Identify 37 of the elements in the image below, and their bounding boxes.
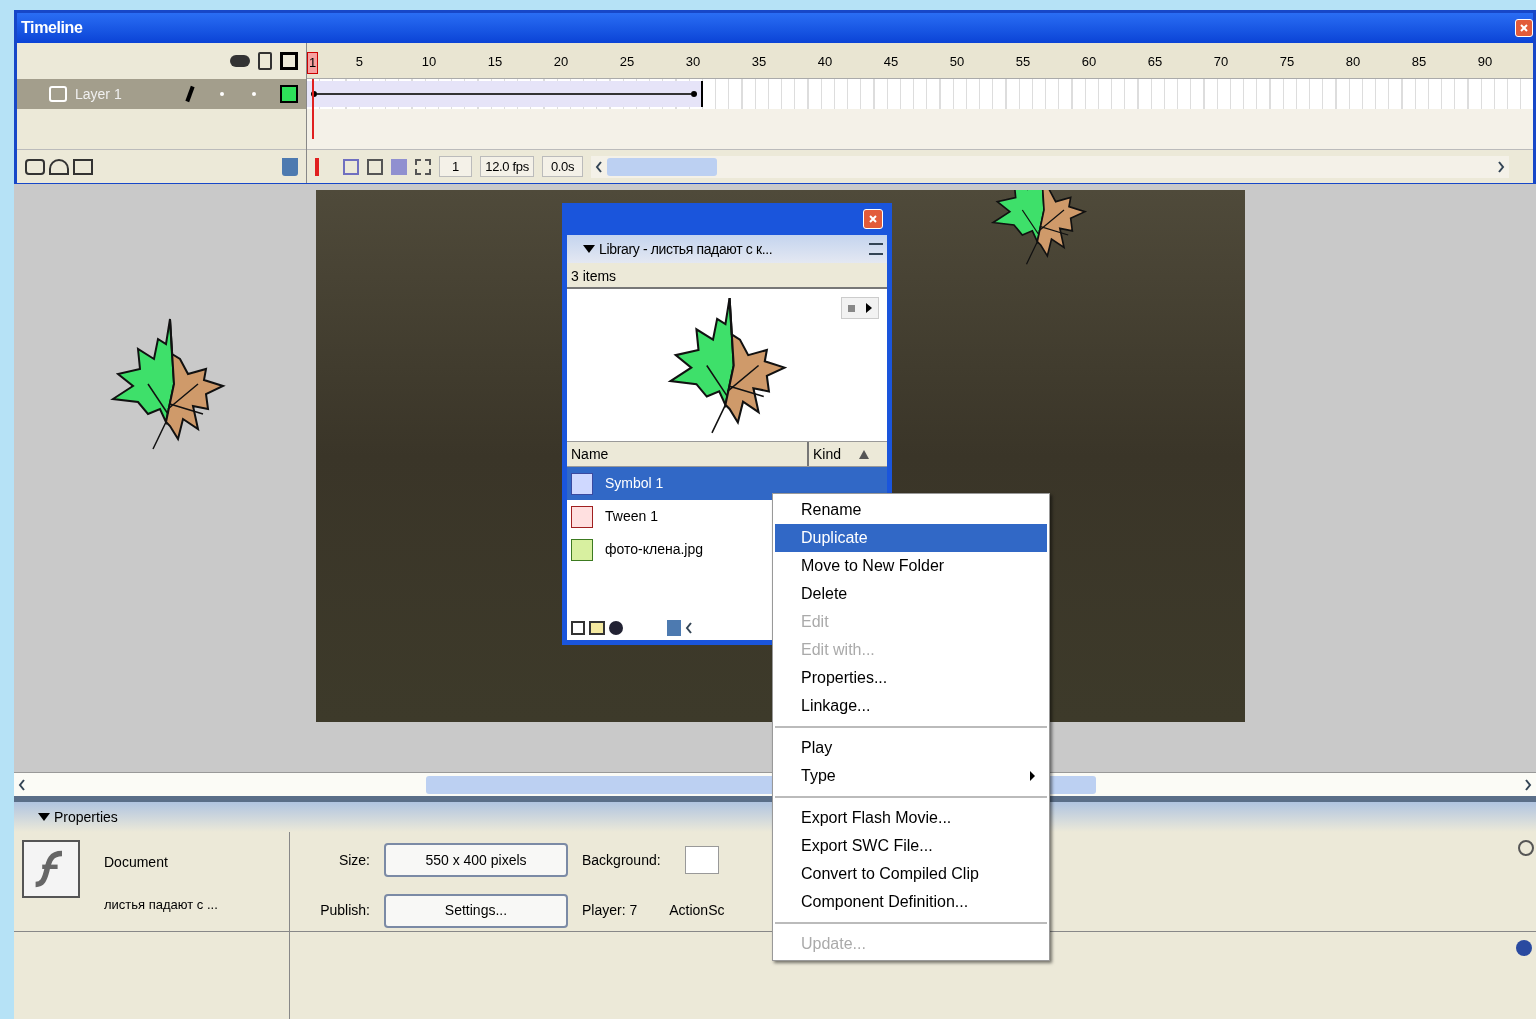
frame-number: 55 — [1015, 53, 1031, 71]
library-title: Library - листья падают с к... — [599, 239, 773, 259]
frame-number: 30 — [685, 53, 701, 71]
publish-label: Publish: — [319, 901, 370, 921]
panel-title: Properties — [54, 807, 118, 827]
document-type: Document — [104, 853, 169, 872]
frame-number: 85 — [1411, 53, 1427, 71]
item-name: фото-клена.jpg — [605, 540, 704, 559]
frame-number: 65 — [1147, 53, 1163, 71]
document-name: листья падают с ... — [104, 896, 218, 914]
frame-number: 90 — [1477, 53, 1493, 71]
actionscript-version: ActionSc — [669, 901, 725, 921]
frame-rate: 12.0 fps — [480, 155, 534, 178]
frame-number: 50 — [949, 53, 965, 71]
frame-number: 35 — [751, 53, 767, 71]
frame-number: 75 — [1279, 53, 1295, 71]
frame-number: 80 — [1345, 53, 1361, 71]
frame-number: 15 — [487, 53, 503, 71]
size-label: Size: — [337, 850, 370, 870]
frame-number: 70 — [1213, 53, 1229, 71]
background-label: Background: — [582, 850, 661, 870]
frame-number: 10 — [421, 53, 437, 71]
frame-number: 40 — [817, 53, 833, 71]
frame-number: 45 — [883, 53, 899, 71]
panel-title: Timeline — [21, 18, 83, 38]
elapsed-time: 0.0s — [541, 155, 584, 178]
player-version: Player: 7 — [582, 901, 638, 921]
frame-number: 20 — [553, 53, 569, 71]
frame-number: 60 — [1081, 53, 1097, 71]
frame-number: 5 — [355, 53, 364, 71]
item-name: Symbol 1 — [605, 474, 664, 493]
item-name: Tween 1 — [605, 507, 658, 526]
frame-number: 1 — [307, 52, 319, 74]
layer-name: Layer 1 — [75, 84, 122, 104]
item-count: 3 items — [567, 263, 887, 289]
frame-number: 25 — [619, 53, 635, 71]
current-frame: 1 — [439, 155, 473, 178]
